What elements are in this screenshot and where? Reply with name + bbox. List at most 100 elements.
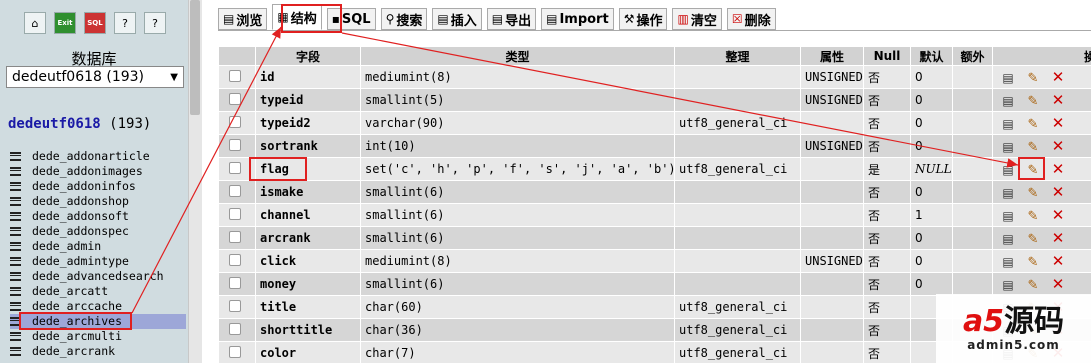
sidebar-table-item[interactable]: dede_arcmulti [10, 329, 186, 344]
database-select[interactable]: dedeutf0618 (193) ▼ [6, 66, 184, 88]
help-icon[interactable]: ? [114, 12, 136, 34]
sidebar-table-item[interactable]: dede_advancedsearch [10, 269, 186, 284]
sidebar-table-item[interactable]: dede_addonsoft [10, 209, 186, 224]
row-checkbox[interactable] [229, 92, 241, 105]
header-null[interactable]: Null [863, 46, 911, 66]
table-icon[interactable] [10, 182, 21, 191]
tab-empty[interactable]: ▥ 清空 [672, 8, 722, 30]
row-checkbox[interactable] [229, 207, 241, 220]
row-checkbox[interactable] [229, 276, 241, 289]
edit-icon[interactable]: ✎ [1023, 117, 1043, 132]
tab-export[interactable]: ▤ 导出 [486, 8, 537, 30]
sidebar-table-item[interactable]: dede_arcatt [10, 284, 186, 299]
tab-drop[interactable]: ☒ 删除 [726, 8, 776, 30]
browse-distinct-icon[interactable]: ▤ [998, 140, 1018, 154]
browse-distinct-icon[interactable]: ▤ [998, 232, 1018, 246]
sidebar-table-label[interactable]: dede_admin [32, 239, 101, 254]
sidebar-table-label[interactable]: dede_arcmulti [32, 329, 122, 344]
sidebar-table-item[interactable]: dede_addonarticle [10, 149, 186, 164]
edit-icon[interactable]: ✎ [1023, 232, 1043, 247]
row-checkbox[interactable] [229, 345, 241, 358]
delete-icon[interactable]: ✕ [1048, 114, 1068, 132]
table-icon[interactable] [10, 197, 21, 206]
sidebar-table-label[interactable]: dede_addonimages [32, 164, 143, 179]
header-field[interactable]: 字段 [255, 46, 361, 66]
sql-icon[interactable]: SQL [84, 12, 106, 34]
edit-icon[interactable]: ✎ [1023, 278, 1043, 293]
table-icon[interactable] [10, 257, 21, 266]
header-extra[interactable]: 额外 [952, 46, 993, 66]
delete-icon[interactable]: ✕ [1048, 275, 1068, 293]
sidebar-table-item[interactable]: dede_addonimages [10, 164, 186, 179]
sidebar-table-label[interactable]: dede_addonspec [32, 224, 129, 239]
header-collation[interactable]: 整理 [674, 46, 801, 66]
sidebar-table-item[interactable]: dede_addonspec [10, 224, 186, 239]
table-icon[interactable] [10, 212, 21, 221]
tab-operations[interactable]: ⚒ 操作 [618, 8, 668, 30]
sidebar-table-item[interactable]: dede_addonshop [10, 194, 186, 209]
table-icon[interactable] [10, 167, 21, 176]
row-checkbox[interactable] [229, 161, 241, 174]
table-icon[interactable] [10, 152, 21, 161]
tab-import[interactable]: ▤ Import [541, 8, 614, 30]
sidebar-table-label[interactable]: dede_addoninfos [32, 179, 136, 194]
sidebar-table-item[interactable]: dede_admin [10, 239, 186, 254]
table-icon[interactable] [10, 332, 21, 341]
sidebar-scroll-thumb[interactable] [190, 0, 200, 115]
tab-search[interactable]: ⚲ 搜索 [380, 8, 428, 30]
table-icon[interactable] [10, 287, 21, 296]
edit-icon[interactable]: ✎ [1023, 140, 1043, 155]
row-checkbox[interactable] [229, 299, 241, 312]
sidebar-table-label[interactable]: dede_addonshop [32, 194, 129, 209]
table-icon[interactable] [10, 242, 21, 251]
sidebar-table-item[interactable]: dede_admintype [10, 254, 186, 269]
row-checkbox[interactable] [229, 115, 241, 128]
exit-icon[interactable]: Exit [54, 12, 76, 34]
sidebar-table-label[interactable]: dede_addonarticle [32, 149, 150, 164]
sidebar-table-label[interactable]: dede_arcatt [32, 284, 108, 299]
delete-icon[interactable]: ✕ [1048, 183, 1068, 201]
sidebar-table-item[interactable]: dede_addoninfos [10, 179, 186, 194]
sidebar-table-label[interactable]: dede_addonsoft [32, 209, 129, 224]
edit-icon[interactable]: ✎ [1023, 186, 1043, 201]
header-attributes[interactable]: 属性 [800, 46, 864, 66]
tab-browse[interactable]: ▤ 浏览 [218, 8, 268, 30]
delete-icon[interactable]: ✕ [1048, 68, 1068, 86]
header-type[interactable]: 类型 [360, 46, 675, 66]
database-title[interactable]: dedeutf0618 (193) [8, 116, 151, 132]
table-icon[interactable] [10, 302, 21, 311]
browse-distinct-icon[interactable]: ▤ [998, 94, 1018, 108]
delete-icon[interactable]: ✕ [1048, 206, 1068, 224]
browse-distinct-icon[interactable]: ▤ [998, 71, 1018, 85]
delete-icon[interactable]: ✕ [1048, 160, 1068, 178]
delete-icon[interactable]: ✕ [1048, 137, 1068, 155]
home-icon[interactable]: ⌂ [24, 12, 46, 34]
row-checkbox[interactable] [229, 230, 241, 243]
row-checkbox[interactable] [229, 69, 241, 82]
sidebar-table-label[interactable]: dede_advancedsearch [32, 269, 164, 284]
delete-icon[interactable]: ✕ [1048, 91, 1068, 109]
docs-icon[interactable]: ? [144, 12, 166, 34]
sidebar-table-label[interactable]: dede_admintype [32, 254, 129, 269]
delete-icon[interactable]: ✕ [1048, 229, 1068, 247]
browse-distinct-icon[interactable]: ▤ [998, 163, 1018, 177]
delete-icon[interactable]: ✕ [1048, 252, 1068, 270]
row-checkbox[interactable] [229, 322, 241, 335]
edit-icon[interactable]: ✎ [1023, 94, 1043, 109]
row-checkbox[interactable] [229, 184, 241, 197]
browse-distinct-icon[interactable]: ▤ [998, 186, 1018, 200]
sidebar-table-item[interactable]: dede_arcrank [10, 344, 186, 359]
edit-icon[interactable]: ✎ [1023, 255, 1043, 270]
sidebar-table-label[interactable]: dede_arcrank [32, 344, 115, 359]
browse-distinct-icon[interactable]: ▤ [998, 117, 1018, 131]
table-icon[interactable] [10, 227, 21, 236]
browse-distinct-icon[interactable]: ▤ [998, 255, 1018, 269]
row-checkbox[interactable] [229, 253, 241, 266]
tab-insert[interactable]: ▤ 插入 [432, 8, 482, 30]
row-checkbox[interactable] [229, 138, 241, 151]
browse-distinct-icon[interactable]: ▤ [998, 209, 1018, 223]
edit-icon[interactable]: ✎ [1023, 71, 1043, 86]
header-default[interactable]: 默认 [910, 46, 953, 66]
browse-distinct-icon[interactable]: ▤ [998, 278, 1018, 292]
table-icon[interactable] [10, 347, 21, 356]
